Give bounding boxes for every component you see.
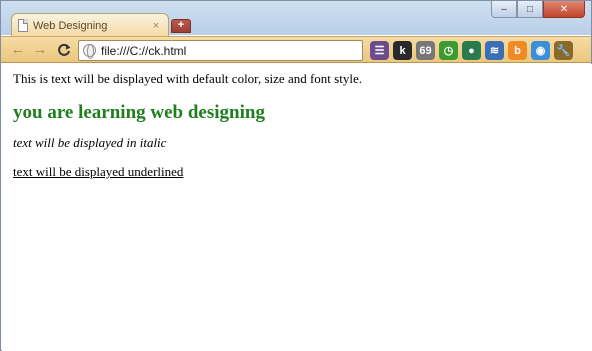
green-heading: you are learning web designing xyxy=(13,102,265,123)
default-text-line: This is text will be displayed with defa… xyxy=(13,71,362,86)
page-favicon-icon xyxy=(18,19,28,32)
window-controls: – □ ✕ xyxy=(491,1,585,19)
forward-arrow-icon[interactable]: → xyxy=(31,41,49,59)
camera-extension-icon[interactable]: ◉ xyxy=(531,41,550,60)
minimize-button[interactable]: – xyxy=(491,1,517,18)
underlined-text-line: text will be displayed underlined xyxy=(13,164,184,179)
new-tab-button[interactable]: + xyxy=(171,19,191,33)
page-content: This is text will be displayed with defa… xyxy=(2,64,592,351)
back-arrow-icon[interactable]: ← xyxy=(9,41,27,59)
wrench-icon[interactable]: 🔧 xyxy=(554,41,573,60)
maximize-button[interactable]: □ xyxy=(517,1,543,18)
page-info-icon[interactable] xyxy=(83,44,96,59)
tab-title: Web Designing xyxy=(33,19,108,32)
timer-extension-icon[interactable]: ◷ xyxy=(439,41,458,60)
browser-toolbar: ← → file:///C://ck.html ☰ k 69 ◷ ● ≋ b ◉ 🔧 xyxy=(1,36,591,63)
browser-window: Web Designing × + – □ ✕ ← → file:///C://… xyxy=(0,0,592,351)
stack-extension-icon[interactable]: ≋ xyxy=(485,41,504,60)
reload-icon[interactable] xyxy=(55,41,73,59)
tab-web-designing[interactable]: Web Designing × xyxy=(11,13,169,37)
blogger-icon[interactable]: b xyxy=(508,41,527,60)
tab-strip: Web Designing × + – □ ✕ xyxy=(1,1,591,37)
address-bar[interactable]: file:///C://ck.html xyxy=(78,40,363,61)
address-bar-url[interactable]: file:///C://ck.html xyxy=(101,44,186,58)
globe-extension-icon[interactable]: ● xyxy=(462,41,481,60)
extension-bar: ☰ k 69 ◷ ● ≋ b ◉ 🔧 xyxy=(370,41,573,60)
tab-close-icon[interactable]: × xyxy=(149,19,163,33)
close-window-button[interactable]: ✕ xyxy=(543,1,585,18)
italic-text-line: text will be displayed in italic xyxy=(13,135,167,150)
counter-extension-icon[interactable]: 69 xyxy=(416,41,435,60)
bookmarks-manager-icon[interactable]: ☰ xyxy=(370,41,389,60)
k-extension-icon[interactable]: k xyxy=(393,41,412,60)
